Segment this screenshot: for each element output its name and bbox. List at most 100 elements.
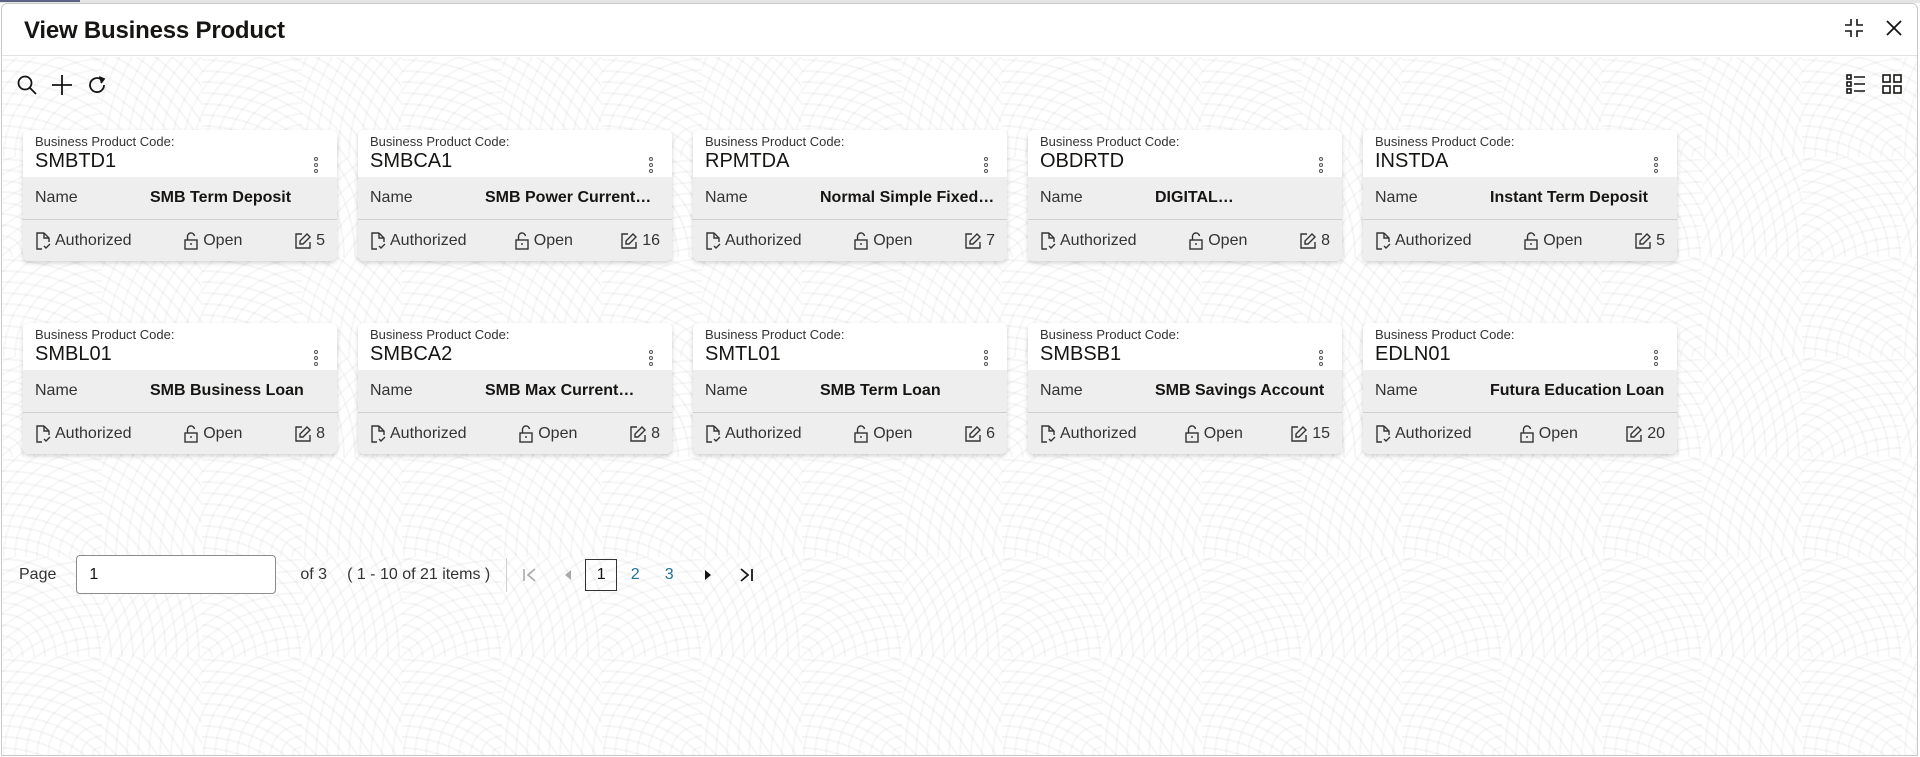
auth-status-text: Authorized [1395, 424, 1472, 442]
page-link[interactable]: 3 [653, 559, 685, 591]
minimize-icon[interactable] [1843, 17, 1865, 39]
product-card[interactable]: Business Product Code: SMBCA2 Name SMB M… [358, 323, 672, 454]
more-options-icon[interactable] [313, 350, 319, 366]
unlock-icon [184, 424, 198, 443]
more-options-icon[interactable] [983, 157, 989, 173]
more-options-icon[interactable] [1653, 350, 1659, 366]
more-options-icon[interactable] [983, 350, 989, 366]
edit-icon [295, 425, 312, 442]
modification-count: 15 [1290, 425, 1330, 443]
add-icon[interactable] [50, 73, 74, 97]
product-name: SMB Max Current… [485, 382, 635, 399]
auth-status: Authorized [1375, 232, 1472, 250]
name-label: Name [370, 382, 413, 399]
product-card[interactable]: Business Product Code: SMBSB1 Name SMB S… [1028, 323, 1342, 454]
auth-status: Authorized [1040, 425, 1137, 443]
record-status: Open [183, 232, 242, 250]
name-label: Name [35, 189, 78, 206]
card-footer: Authorized Open 8 [358, 413, 672, 454]
card-header: Business Product Code: SMBTD1 [23, 130, 337, 177]
item-range-text: ( 1 - 10 of 21 items ) [347, 565, 491, 583]
card-header: Business Product Code: EDLN01 [1363, 323, 1677, 370]
pagination: Page of 3 ( 1 - 10 of 21 items ) 123 [19, 555, 761, 594]
unlock-icon [1189, 231, 1203, 250]
product-code: SMBCA1 [370, 150, 453, 172]
card-footer: Authorized Open 6 [693, 413, 1007, 454]
record-status: Open [1523, 232, 1582, 250]
more-options-icon[interactable] [648, 350, 654, 366]
refresh-icon[interactable] [86, 74, 108, 96]
authorized-icon [1376, 231, 1391, 250]
previous-page-icon[interactable] [553, 560, 583, 590]
edit-icon [1635, 232, 1652, 249]
product-card[interactable]: Business Product Code: SMTL01 Name SMB T… [693, 323, 1007, 454]
product-card[interactable]: Business Product Code: SMBL01 Name SMB B… [23, 323, 337, 454]
product-card[interactable]: Business Product Code: RPMTDA Name Norma… [693, 130, 1007, 261]
product-name: SMB Term Deposit [150, 189, 292, 206]
card-header: Business Product Code: INSTDA [1363, 130, 1677, 177]
product-name: DIGITAL… [1155, 189, 1234, 206]
record-status-text: Open [1203, 424, 1243, 442]
next-page-icon[interactable] [693, 560, 723, 590]
modification-count-text: 8 [316, 424, 325, 442]
record-status-text: Open [533, 231, 573, 249]
record-status: Open [853, 425, 912, 443]
modification-count: 20 [1625, 425, 1665, 443]
product-code: SMBCA2 [370, 343, 453, 365]
more-options-icon[interactable] [1318, 157, 1324, 173]
more-options-icon[interactable] [313, 157, 319, 173]
card-name-row: Name SMB Term Deposit [23, 177, 337, 220]
product-name: SMB Power Current… [485, 189, 652, 206]
name-label: Name [1375, 189, 1418, 206]
page-link[interactable]: 2 [619, 559, 651, 591]
auth-status: Authorized [705, 232, 802, 250]
product-card[interactable]: Business Product Code: EDLN01 Name Futur… [1363, 323, 1677, 454]
product-name: SMB Savings Account [1155, 382, 1325, 399]
record-status: Open [514, 232, 573, 250]
close-icon[interactable] [1885, 19, 1903, 37]
authorized-icon [1376, 424, 1391, 443]
search-icon[interactable] [16, 74, 38, 96]
more-options-icon[interactable] [1653, 157, 1659, 173]
authorized-icon [371, 231, 386, 250]
card-header: Business Product Code: SMBL01 [23, 323, 337, 370]
product-card[interactable]: Business Product Code: INSTDA Name Insta… [1363, 130, 1677, 261]
more-options-icon[interactable] [648, 157, 654, 173]
page-label: Page [19, 565, 57, 583]
card-name-row: Name SMB Power Current… [358, 177, 672, 220]
card-name-row: Name DIGITAL… [1028, 177, 1342, 220]
more-options-icon[interactable] [1318, 350, 1324, 366]
unlock-icon [519, 424, 533, 443]
dialog-header: View Business Product [2, 4, 1917, 56]
authorized-icon [706, 231, 721, 250]
page-input[interactable] [76, 555, 277, 594]
modification-count-text: 5 [1656, 231, 1665, 249]
page-links: 123 [583, 558, 685, 591]
product-card[interactable]: Business Product Code: OBDRTD Name DIGIT… [1028, 130, 1342, 261]
product-card[interactable]: Business Product Code: SMBCA1 Name SMB P… [358, 130, 672, 261]
auth-status: Authorized [1040, 232, 1137, 250]
page-link[interactable]: 1 [585, 558, 618, 591]
edit-icon [621, 232, 638, 249]
last-page-icon[interactable] [731, 560, 761, 590]
edit-icon [965, 232, 982, 249]
product-card-grid: Business Product Code: SMBTD1 Name SMB T… [23, 130, 1677, 454]
list-view-icon[interactable] [1845, 73, 1867, 95]
authorized-icon [1041, 424, 1056, 443]
card-header: Business Product Code: SMBCA1 [358, 130, 672, 177]
code-label: Business Product Code: [1375, 134, 1515, 149]
page-count-text: of 3 [300, 565, 328, 583]
record-status-text: Open [873, 231, 913, 249]
product-code: SMBSB1 [1040, 343, 1122, 365]
code-label: Business Product Code: [1040, 134, 1180, 149]
product-card[interactable]: Business Product Code: SMBTD1 Name SMB T… [23, 130, 337, 261]
edit-icon [965, 425, 982, 442]
first-page-icon[interactable] [515, 560, 545, 590]
modification-count-text: 16 [642, 231, 660, 249]
auth-status: Authorized [370, 425, 467, 443]
tile-view-icon[interactable] [1881, 73, 1903, 95]
card-name-row: Name SMB Max Current… [358, 370, 672, 413]
code-label: Business Product Code: [370, 134, 510, 149]
product-code: SMTL01 [705, 343, 781, 365]
card-header: Business Product Code: RPMTDA [693, 130, 1007, 177]
